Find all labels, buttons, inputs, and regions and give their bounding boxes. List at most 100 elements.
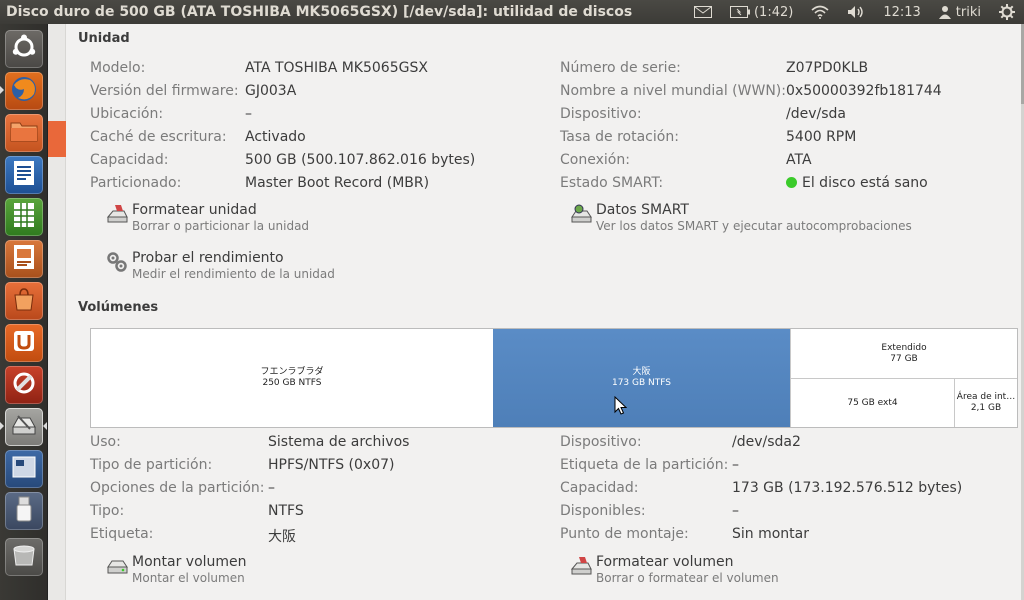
launcher-usb-drive[interactable] bbox=[5, 492, 43, 530]
gears-icon bbox=[106, 251, 128, 273]
launcher-system-settings[interactable] bbox=[5, 366, 43, 404]
volume-name: Extendido bbox=[881, 342, 927, 353]
details-pane: Unidad Modelo: ATA TOSHIBA MK5065GSX Ver… bbox=[66, 24, 1021, 600]
launcher-calc[interactable] bbox=[5, 198, 43, 236]
launcher-active-indicator bbox=[43, 422, 47, 430]
action-subtitle: Montar el volumen bbox=[132, 571, 245, 585]
volume-label: Etiqueta de la partición: bbox=[560, 457, 729, 473]
volume-label: Etiqueta: bbox=[90, 526, 154, 542]
launcher-running-indicator bbox=[0, 422, 4, 430]
unit-label: Número de serie: bbox=[560, 60, 681, 76]
unit-value: /dev/sda bbox=[786, 106, 846, 122]
launcher-impress[interactable] bbox=[5, 240, 43, 278]
volume-info: 173 GB NTFS bbox=[611, 378, 671, 388]
launcher-files[interactable] bbox=[5, 114, 43, 152]
disk-utility-window: Unidad Modelo: ATA TOSHIBA MK5065GSX Ver… bbox=[48, 24, 1024, 600]
volume-value: – bbox=[732, 457, 739, 473]
volume-block[interactable]: フエンラブラダ 250 GB NTFS bbox=[91, 329, 493, 427]
smart-data-action[interactable]: Datos SMART Ver los datos SMART y ejecut… bbox=[570, 202, 912, 234]
wrench-icon bbox=[11, 370, 37, 400]
device-list-pane[interactable] bbox=[48, 24, 66, 600]
action-title: Datos SMART bbox=[596, 202, 689, 218]
unit-label: Ubicación: bbox=[90, 106, 164, 122]
window-title: Disco duro de 500 GB (ATA TOSHIBA MK5065… bbox=[6, 4, 633, 20]
volume-label: Disponibles: bbox=[560, 503, 646, 519]
user-name: triki bbox=[955, 4, 981, 20]
shopping-bag-icon bbox=[11, 286, 37, 316]
firefox-icon bbox=[10, 75, 38, 107]
unit-value: Master Boot Record (MBR) bbox=[245, 175, 430, 191]
volume-info: 75 GB ext4 bbox=[847, 397, 898, 408]
volume-info: 250 GB NTFS bbox=[262, 378, 322, 388]
action-title: Probar el rendimiento bbox=[132, 250, 284, 266]
volume-value: HPFS/NTFS (0x07) bbox=[268, 457, 395, 473]
battery-indicator[interactable]: (1:42) bbox=[721, 0, 802, 24]
user-icon bbox=[938, 5, 951, 19]
benchmark-action[interactable]: Probar el rendimiento Medir el rendimien… bbox=[106, 250, 335, 282]
unit-value: – bbox=[245, 106, 252, 122]
spreadsheet-icon bbox=[13, 202, 35, 232]
volume-value: Sin montar bbox=[732, 526, 809, 542]
unit-label: Estado SMART: bbox=[560, 175, 664, 191]
launcher-trash[interactable] bbox=[5, 538, 43, 576]
launcher-ubuntu-one[interactable] bbox=[5, 324, 43, 362]
launcher-disk-utility[interactable] bbox=[5, 408, 43, 446]
volume-name: 大阪 bbox=[632, 367, 651, 377]
folder-icon bbox=[10, 119, 38, 147]
action-title: Montar volumen bbox=[132, 554, 247, 570]
volume-block[interactable]: 75 GB ext4 bbox=[791, 379, 954, 427]
volume-value: – bbox=[268, 480, 275, 496]
action-subtitle: Medir el rendimiento de la unidad bbox=[132, 267, 335, 281]
volume-map: フエンラブラダ 250 GB NTFS 大阪 173 GB NTFS Exten… bbox=[90, 328, 1018, 428]
trash-icon bbox=[11, 543, 37, 571]
volume-name: フエンラブラダ bbox=[260, 367, 324, 377]
unit-value: 5400 RPM bbox=[786, 129, 857, 145]
status-ok-icon bbox=[786, 177, 797, 188]
unit-value: GJ003A bbox=[245, 83, 297, 99]
clock-indicator[interactable]: 12:13 bbox=[874, 0, 929, 24]
unit-label: Tasa de rotación: bbox=[560, 129, 679, 145]
format-volume-action[interactable]: Formatear volumen Borrar o formatear el … bbox=[570, 554, 779, 586]
unit-section-title: Unidad bbox=[78, 31, 130, 46]
launcher-firefox[interactable] bbox=[5, 72, 43, 110]
disk-utility-icon bbox=[10, 413, 38, 441]
unit-label: Caché de escritura: bbox=[90, 129, 227, 145]
volume-info: 77 GB bbox=[890, 353, 918, 364]
session-indicator[interactable] bbox=[990, 0, 1024, 24]
mount-volume-action[interactable]: Montar volumen Montar el volumen bbox=[106, 554, 247, 586]
top-panel: Disco duro de 500 GB (ATA TOSHIBA MK5065… bbox=[0, 0, 1024, 24]
selected-device-marker bbox=[48, 121, 66, 157]
indicator-area: (1:42) 12:13 triki bbox=[685, 0, 1024, 24]
volume-label: Tipo: bbox=[90, 503, 125, 519]
eraser-icon bbox=[106, 203, 128, 225]
unit-label: Versión del firmware: bbox=[90, 83, 239, 99]
volume-label: Tipo de partición: bbox=[90, 457, 213, 473]
network-indicator[interactable] bbox=[802, 0, 838, 24]
volume-block[interactable]: Área de int… 2,1 GB bbox=[955, 379, 1017, 427]
dash-button[interactable] bbox=[5, 30, 43, 68]
smart-status: El disco está sano bbox=[786, 175, 928, 191]
gear-icon bbox=[999, 4, 1015, 20]
unit-label: Modelo: bbox=[90, 60, 146, 76]
volume-value: 大阪 bbox=[268, 529, 296, 545]
action-subtitle: Borrar o particionar la unidad bbox=[132, 219, 310, 233]
extended-volume-block[interactable]: Extendido 77 GB bbox=[791, 329, 1017, 378]
mail-indicator[interactable] bbox=[685, 0, 721, 24]
format-drive-action[interactable]: Formatear unidad Borrar o particionar la… bbox=[106, 202, 309, 234]
action-subtitle: Ver los datos SMART y ejecutar autocompr… bbox=[596, 219, 912, 233]
volume-value: NTFS bbox=[268, 503, 304, 519]
launcher-writer[interactable] bbox=[5, 156, 43, 194]
volume-block-selected[interactable]: 大阪 173 GB NTFS bbox=[493, 329, 790, 427]
sound-indicator[interactable] bbox=[838, 0, 874, 24]
launcher-software-center[interactable] bbox=[5, 282, 43, 320]
unit-label: Conexión: bbox=[560, 152, 630, 168]
launcher-workspace-switcher[interactable] bbox=[5, 450, 43, 488]
volume-value: – bbox=[732, 503, 739, 519]
document-icon bbox=[13, 160, 35, 190]
workspaces-icon bbox=[12, 456, 36, 482]
battery-time: (1:42) bbox=[753, 4, 794, 20]
volume-value: Sistema de archivos bbox=[268, 434, 410, 450]
unit-value: Activado bbox=[245, 129, 306, 145]
user-indicator[interactable]: triki bbox=[930, 0, 990, 24]
action-title: Formatear unidad bbox=[132, 202, 257, 218]
